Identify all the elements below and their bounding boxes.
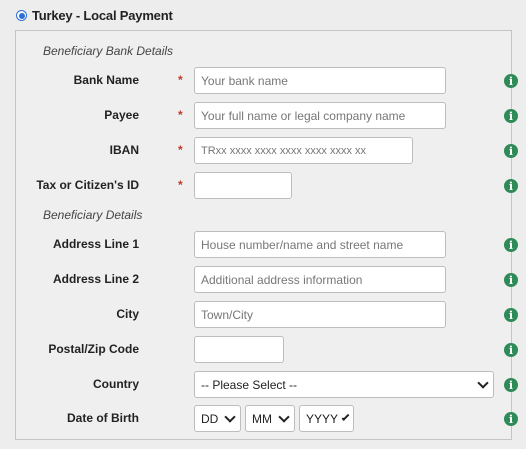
tax-id-label: Tax or Citizen's ID (36, 178, 139, 192)
address-line-2-input[interactable]: Additional address information (194, 266, 446, 293)
payee-input[interactable]: Your full name or legal company name (194, 102, 446, 129)
bank-name-label: Bank Name (73, 73, 139, 87)
postal-code-label: Postal/Zip Code (48, 342, 139, 356)
chevron-down-icon (278, 410, 290, 423)
required-marker: * (178, 108, 183, 122)
city-input[interactable]: Town/City (194, 301, 446, 328)
payment-option-radio[interactable] (16, 10, 27, 21)
required-marker: * (178, 178, 183, 192)
dob-year-value: YYYY (306, 411, 339, 426)
tax-id-input[interactable] (194, 172, 292, 199)
payee-label: Payee (104, 108, 139, 122)
info-icon[interactable]: i (504, 412, 518, 426)
dob-day-value: DD (201, 411, 219, 426)
section-heading-beneficiary: Beneficiary Details (43, 208, 143, 222)
info-icon[interactable]: i (504, 273, 518, 287)
section-heading-bank: Beneficiary Bank Details (43, 44, 174, 58)
dob-month-value: MM (252, 411, 272, 426)
payment-option-label: Turkey - Local Payment (32, 8, 173, 23)
postal-code-input[interactable] (194, 336, 284, 363)
chevron-down-icon (224, 410, 236, 423)
payment-details-panel: Beneficiary Bank Details Bank Name * You… (15, 30, 518, 440)
city-label: City (116, 307, 139, 321)
address-line-2-label: Address Line 2 (52, 272, 139, 286)
info-icon[interactable]: i (504, 179, 518, 193)
dob-year-select[interactable]: YYYY (299, 405, 354, 432)
info-icon[interactable]: i (504, 343, 518, 357)
required-marker: * (178, 143, 183, 157)
info-icon[interactable]: i (504, 74, 518, 88)
country-select[interactable]: -- Please Select -- (194, 371, 494, 398)
dob-month-select[interactable]: MM (245, 405, 295, 432)
required-marker: * (178, 73, 183, 87)
iban-input[interactable]: TRxx xxxx xxxx xxxx xxxx xxxx xx (194, 137, 413, 164)
chevron-down-icon (477, 376, 489, 389)
country-select-value: -- Please Select -- (201, 377, 298, 392)
info-icon[interactable]: i (504, 109, 518, 123)
bank-name-input[interactable]: Your bank name (194, 67, 446, 94)
date-of-birth-label: Date of Birth (67, 411, 139, 425)
address-line-1-input[interactable]: House number/name and street name (194, 231, 446, 258)
payment-option-turkey[interactable]: Turkey - Local Payment (16, 8, 173, 23)
address-line-1-label: Address Line 1 (52, 237, 139, 251)
info-icon[interactable]: i (504, 144, 518, 158)
dob-day-select[interactable]: DD (194, 405, 241, 432)
iban-label: IBAN (109, 143, 139, 157)
info-icon[interactable]: i (504, 308, 518, 322)
info-icon[interactable]: i (504, 378, 518, 392)
info-icon[interactable]: i (504, 238, 518, 252)
chevron-down-icon (341, 412, 350, 421)
country-label: Country (93, 377, 139, 391)
